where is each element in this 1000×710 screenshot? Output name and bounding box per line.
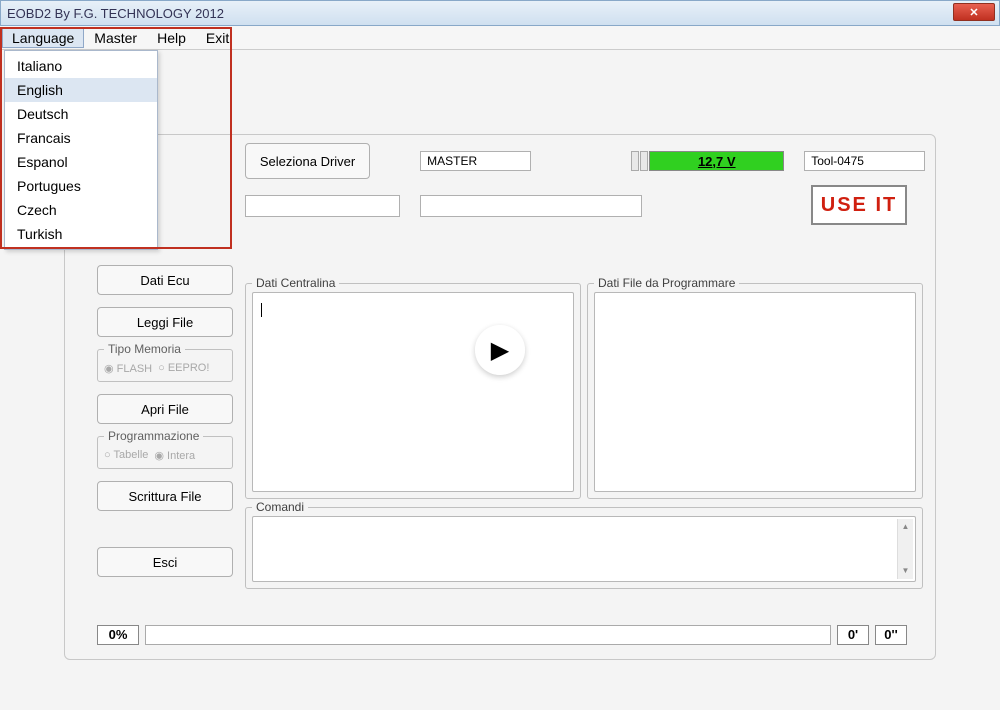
dati-ecu-button[interactable]: Dati Ecu	[97, 265, 233, 295]
close-button[interactable]: ✕	[953, 3, 995, 21]
voltage-indicator: 12,7 V	[631, 151, 784, 171]
top-row: Seleziona Driver MASTER 12,7 V Tool-0475	[245, 143, 925, 179]
comandi-label: Comandi	[252, 500, 308, 514]
dati-centralina-label: Dati Centralina	[252, 276, 339, 290]
scroll-up-icon[interactable]: ▲	[898, 519, 913, 535]
apri-file-button[interactable]: Apri File	[97, 394, 233, 424]
dati-centralina-text[interactable]	[252, 292, 574, 492]
text-cursor	[261, 303, 262, 317]
lang-turkish[interactable]: Turkish	[5, 222, 157, 246]
comandi-text[interactable]: ▲ ▼	[252, 516, 916, 582]
radio-flash[interactable]: FLASH	[104, 362, 152, 375]
scroll-down-icon[interactable]: ▼	[898, 563, 913, 579]
lang-italiano[interactable]: Italiano	[5, 54, 157, 78]
menu-help[interactable]: Help	[147, 28, 196, 48]
mid-field-1	[245, 195, 400, 217]
lang-francais[interactable]: Francais	[5, 126, 157, 150]
lang-portugues[interactable]: Portugues	[5, 174, 157, 198]
esci-button[interactable]: Esci	[97, 547, 233, 577]
menu-language[interactable]: Language	[2, 28, 84, 48]
dati-file-group: Dati File da Programmare	[587, 283, 923, 499]
comandi-scrollbar[interactable]: ▲ ▼	[897, 519, 913, 579]
use-it-button[interactable]: USE IT	[811, 185, 907, 225]
title-bar: EOBD2 By F.G. TECHNOLOGY 2012 ✕	[0, 0, 1000, 26]
timer-seconds: 0''	[875, 625, 907, 645]
window-controls: ✕	[953, 3, 995, 21]
play-overlay-icon[interactable]: ▶	[475, 325, 525, 375]
status-bar: 0% 0' 0''	[97, 625, 907, 645]
menu-master[interactable]: Master	[84, 28, 147, 48]
language-dropdown: Italiano English Deutsch Francais Espano…	[4, 50, 158, 250]
menu-bar: Language Master Help Exit	[0, 26, 1000, 50]
lang-deutsch[interactable]: Deutsch	[5, 102, 157, 126]
seleziona-driver-button[interactable]: Seleziona Driver	[245, 143, 370, 179]
tool-field: Tool-0475	[804, 151, 925, 171]
tipo-memoria-label: Tipo Memoria	[104, 342, 185, 356]
tipo-memoria-group: Tipo Memoria FLASH EEPRO!	[97, 349, 233, 382]
lang-czech[interactable]: Czech	[5, 198, 157, 222]
dati-centralina-group: Dati Centralina	[245, 283, 581, 499]
master-field: MASTER	[420, 151, 531, 171]
side-column: Dati Ecu Leggi File Tipo Memoria FLASH E…	[97, 265, 233, 577]
mid-field-2	[420, 195, 642, 217]
voltage-seg-1	[631, 151, 639, 171]
programmazione-group: Programmazione Tabelle Intera	[97, 436, 233, 469]
dati-file-text[interactable]	[594, 292, 916, 492]
comandi-group: Comandi ▲ ▼	[245, 507, 923, 589]
lang-espanol[interactable]: Espanol	[5, 150, 157, 174]
leggi-file-button[interactable]: Leggi File	[97, 307, 233, 337]
dati-file-label: Dati File da Programmare	[594, 276, 739, 290]
lang-english[interactable]: English	[5, 78, 157, 102]
radio-intera[interactable]: Intera	[154, 449, 195, 462]
menu-exit[interactable]: Exit	[196, 28, 239, 48]
radio-tabelle[interactable]: Tabelle	[104, 449, 148, 462]
voltage-seg-2	[640, 151, 648, 171]
progress-percent: 0%	[97, 625, 139, 645]
programmazione-label: Programmazione	[104, 429, 203, 443]
scrittura-file-button[interactable]: Scrittura File	[97, 481, 233, 511]
main-frame: Seleziona Driver MASTER 12,7 V Tool-0475…	[64, 134, 936, 660]
voltage-value: 12,7 V	[649, 151, 784, 171]
radio-eeprom[interactable]: EEPRO!	[158, 362, 209, 375]
timer-minutes: 0'	[837, 625, 869, 645]
progress-bar	[145, 625, 831, 645]
window-title: EOBD2 By F.G. TECHNOLOGY 2012	[7, 6, 224, 21]
